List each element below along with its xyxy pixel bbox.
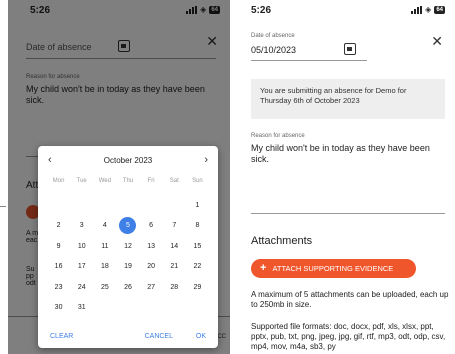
attach-evidence-button[interactable]: + ATTACH SUPPORTING EVIDENCE [251, 259, 416, 278]
calendar-day[interactable]: 14 [163, 236, 186, 257]
calendar-day[interactable]: 19 [116, 257, 139, 278]
calendar-day[interactable]: 7 [163, 216, 186, 237]
clear-button[interactable]: CLEAR [50, 333, 73, 340]
ok-button[interactable]: OK [196, 333, 206, 340]
calendar-empty-cell [140, 195, 163, 216]
calendar-day[interactable]: 30 [47, 298, 70, 319]
calendar-day[interactable]: 20 [140, 257, 163, 278]
month-title: October 2023 [103, 156, 153, 165]
calendar-empty-cell [186, 298, 209, 319]
calendar-day[interactable]: 21 [163, 257, 186, 278]
calendar-empty-cell [93, 195, 116, 216]
weekday-label: Sat [169, 178, 179, 184]
weekday-label: Fri [147, 178, 155, 184]
status-icons: ◈ 64 [411, 5, 445, 14]
calendar-day[interactable]: 2 [47, 216, 70, 237]
calendar-day[interactable]: 4 [93, 216, 116, 237]
calendar-day[interactable]: 5 [116, 216, 139, 237]
absence-info-message: You are submitting an absence for Demo f… [251, 79, 445, 119]
calendar-grid: 1 2 3 4 5 6 7 8 9 10 11 12 13 14 15 16 17 18 19 20 21 22 23 24 2… [47, 195, 209, 318]
attachments-title: Attachments [251, 235, 313, 247]
calendar-empty-cell [47, 195, 70, 216]
calendar-day[interactable]: 3 [70, 216, 93, 237]
calendar-day[interactable]: 28 [163, 277, 186, 298]
calendar-day[interactable]: 10 [70, 236, 93, 257]
weekday-label: Thu [122, 178, 134, 184]
weekday-label: Sun [192, 178, 203, 184]
calendar-day[interactable]: 11 [93, 236, 116, 257]
date-of-absence-input[interactable]: 05/10/2023 [251, 45, 296, 55]
calendar-empty-cell [163, 298, 186, 319]
field-underline [251, 213, 445, 214]
calendar-day[interactable]: 27 [140, 277, 163, 298]
calendar-empty-cell [93, 298, 116, 319]
weekday-label: Tue [76, 178, 87, 184]
left-edge-strip [0, 0, 8, 354]
date-picker-dialog: ‹ October 2023 › Mon Tue Wed Thu Fri Sat Sun 1… [38, 146, 218, 348]
plus-icon: + [260, 262, 267, 274]
field-underline [251, 60, 367, 61]
calendar-day[interactable]: 16 [47, 257, 70, 278]
calendar-day[interactable]: 6 [140, 216, 163, 237]
weekday-header: Mon Tue Wed Thu Fri Sat Sun [47, 178, 209, 184]
weekday-label: Wed [98, 178, 111, 184]
calendar-day[interactable]: 12 [116, 236, 139, 257]
status-bar: 5:26 ◈ 64 [235, 0, 455, 22]
status-time: 5:26 [251, 5, 272, 16]
attach-evidence-label: ATTACH SUPPORTING EVIDENCE [272, 264, 394, 273]
attachments-limit-text: A maximum of 5 attachments can be upload… [251, 290, 449, 309]
calendar-day[interactable]: 22 [186, 257, 209, 278]
calendar-day[interactable]: 29 [186, 277, 209, 298]
calendar-day[interactable]: 17 [70, 257, 93, 278]
chevron-right-icon[interactable]: › [204, 154, 208, 166]
calendar-day[interactable]: 13 [140, 236, 163, 257]
calendar-empty-cell [116, 298, 139, 319]
calendar-day[interactable]: 18 [93, 257, 116, 278]
close-icon[interactable]: ✕ [431, 33, 443, 50]
reason-label: Reason for absence [251, 133, 305, 139]
calendar-day[interactable]: 1 [186, 195, 209, 216]
calendar-empty-cell [116, 195, 139, 216]
calendar-day[interactable]: 31 [70, 298, 93, 319]
calendar-icon[interactable] [344, 43, 356, 55]
calendar-day[interactable]: 24 [70, 277, 93, 298]
calendar-day[interactable]: 26 [116, 277, 139, 298]
calendar-day[interactable]: 8 [186, 216, 209, 237]
calendar-day[interactable]: 25 [93, 277, 116, 298]
date-picker-header: ‹ October 2023 › [38, 154, 218, 168]
cancel-button[interactable]: CANCEL [145, 333, 173, 340]
supported-formats-text: Supported file formats: doc, docx, pdf, … [251, 322, 446, 351]
phone-screen-absence-form: 5:26 ◈ 64 Date of absence 05/10/2023 ✕ Y… [235, 0, 455, 354]
weekday-label: Mon [52, 178, 65, 184]
phone-screen-date-picker: 5:26 ◈ 64 Date of absence ✕ Reason for a… [8, 0, 230, 354]
signal-icon [411, 5, 423, 14]
calendar-empty-cell [163, 195, 186, 216]
wifi-icon: ◈ [425, 5, 432, 14]
calendar-day[interactable]: 9 [47, 236, 70, 257]
battery-icon: 64 [434, 5, 445, 14]
calendar-day[interactable]: 15 [186, 236, 209, 257]
reason-input[interactable]: My child won't be in today as they have … [251, 143, 447, 165]
calendar-empty-cell [70, 195, 93, 216]
calendar-day[interactable]: 23 [47, 277, 70, 298]
calendar-empty-cell [140, 298, 163, 319]
date-of-absence-label: Date of absence [251, 33, 295, 39]
